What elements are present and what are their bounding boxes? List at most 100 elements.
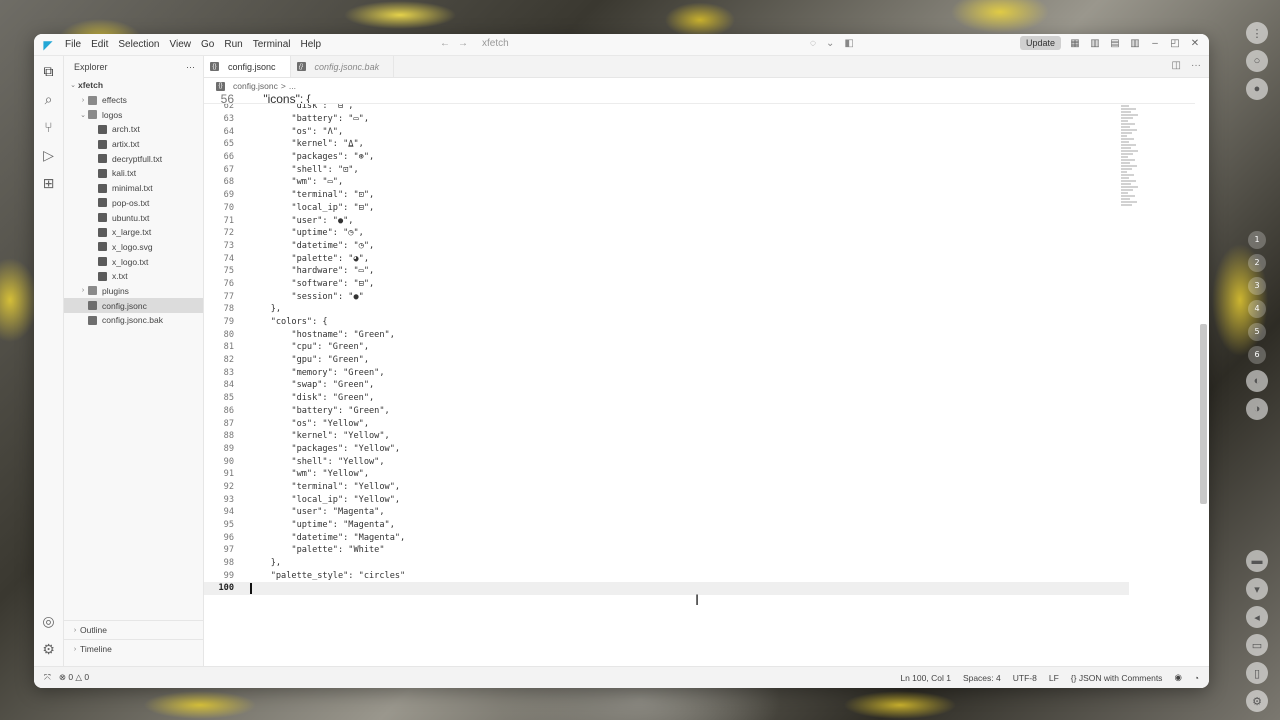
code-line[interactable]: 88 "kernel": "Yellow", bbox=[204, 430, 1209, 443]
remote-icon[interactable]: ⤧ bbox=[44, 672, 51, 683]
dock-volume-icon[interactable]: ◂ bbox=[1246, 606, 1268, 628]
code-line[interactable]: 92 "terminal": "Yellow", bbox=[204, 481, 1209, 494]
code-line[interactable]: 81 "cpu": "Green", bbox=[204, 341, 1209, 354]
indentation[interactable]: Spaces: 4 bbox=[963, 673, 1001, 683]
forward-arrow-icon[interactable]: → bbox=[458, 38, 468, 49]
breadcrumb-file[interactable]: config.jsonc bbox=[233, 81, 278, 91]
code-line[interactable]: 74 "palette": "◕", bbox=[204, 252, 1209, 265]
dock-wifi-icon[interactable]: ▾ bbox=[1246, 578, 1268, 600]
code-line[interactable]: 80 "hostname": "Green", bbox=[204, 328, 1209, 341]
outline-section[interactable]: › Outline bbox=[64, 620, 203, 639]
code-line[interactable]: 69 "terminal": "⊡", bbox=[204, 189, 1209, 202]
tree-file[interactable]: ubuntu.txt bbox=[64, 210, 203, 225]
dock-app-icon[interactable]: ◑ bbox=[1246, 397, 1268, 420]
code-line[interactable]: 86 "battery": "Green", bbox=[204, 405, 1209, 418]
code-line[interactable]: 99 "palette_style": "circles" bbox=[204, 569, 1209, 582]
minimap[interactable] bbox=[1121, 98, 1139, 228]
dock-tray-icon[interactable]: ▬ bbox=[1246, 550, 1268, 572]
dock-menu-icon[interactable]: ⋮ bbox=[1246, 22, 1268, 44]
code-line[interactable]: 64 "os": "Λ", bbox=[204, 125, 1209, 138]
code-line[interactable]: 66 "packages": "⊛", bbox=[204, 151, 1209, 164]
code-editor[interactable]: 62 "disk": "⊟", 63 "battery": "▭", 64 "os"… bbox=[204, 94, 1209, 666]
tab-config-jsonc[interactable]: {} config.jsonc bbox=[204, 56, 291, 77]
code-line[interactable]: 95 "uptime": "Magenta", bbox=[204, 519, 1209, 532]
code-line[interactable]: 98 }, bbox=[204, 557, 1209, 570]
chevron-down-icon[interactable]: ⌄ bbox=[826, 38, 834, 49]
code-line[interactable]: 82 "gpu": "Green", bbox=[204, 354, 1209, 367]
tree-file[interactable]: config.jsonc.bak bbox=[64, 313, 203, 328]
toggle-sidebar-icon[interactable]: ▥ bbox=[1089, 38, 1101, 49]
encoding[interactable]: UTF-8 bbox=[1013, 673, 1037, 683]
workspace-button[interactable]: 4 bbox=[1248, 299, 1266, 318]
split-editor-icon[interactable]: ◫ bbox=[1172, 60, 1181, 71]
vertical-scrollbar[interactable] bbox=[1200, 324, 1207, 504]
tree-folder[interactable]: › effects bbox=[64, 93, 203, 108]
code-line[interactable]: 100 bbox=[204, 582, 1129, 595]
menu-item-help[interactable]: Help bbox=[296, 39, 327, 50]
dock-clock-icon[interactable]: ▯ bbox=[1246, 662, 1268, 684]
code-line[interactable]: 65 "kernel": "⍙", bbox=[204, 138, 1209, 151]
source-control-icon[interactable]: ⑂ bbox=[40, 118, 58, 136]
tree-folder[interactable]: ⌄ logos bbox=[64, 107, 203, 122]
toggle-secondary-sidebar-icon[interactable]: ▥ bbox=[1129, 38, 1141, 49]
workspace-button[interactable]: 5 bbox=[1248, 322, 1266, 341]
code-line[interactable]: 97 "palette": "White" bbox=[204, 544, 1209, 557]
code-line[interactable]: 90 "shell": "Yellow", bbox=[204, 455, 1209, 468]
tree-file[interactable]: kali.txt bbox=[64, 166, 203, 181]
tree-file[interactable]: config.jsonc bbox=[64, 298, 203, 313]
code-line[interactable]: 76 "software": "⊟", bbox=[204, 278, 1209, 291]
command-search[interactable]: xfetch bbox=[482, 38, 509, 49]
chat-icon[interactable]: ◌ bbox=[810, 38, 816, 49]
extension-icon[interactable]: ◧ bbox=[844, 38, 853, 49]
tab-config-jsonc-bak[interactable]: {} config.jsonc.bak bbox=[291, 56, 395, 77]
more-actions-icon[interactable]: ··· bbox=[186, 62, 195, 72]
tree-file[interactable]: arch.txt bbox=[64, 122, 203, 137]
code-line[interactable]: 63 "battery": "▭", bbox=[204, 113, 1209, 126]
code-line[interactable]: 67 "shell": "⊡", bbox=[204, 163, 1209, 176]
minimize-icon[interactable]: – bbox=[1149, 38, 1161, 49]
account-icon[interactable]: ◎ bbox=[40, 612, 58, 630]
code-line[interactable]: 89 "packages": "Yellow", bbox=[204, 443, 1209, 456]
dock-settings-icon[interactable]: ⚙ bbox=[1246, 690, 1268, 712]
more-actions-icon[interactable]: ··· bbox=[1191, 60, 1201, 71]
code-line[interactable]: 77 "session": "●" bbox=[204, 290, 1209, 303]
code-line[interactable]: 83 "memory": "Green", bbox=[204, 366, 1209, 379]
workspace-button[interactable]: 2 bbox=[1248, 253, 1266, 272]
tree-file[interactable]: decryptfull.txt bbox=[64, 151, 203, 166]
code-line[interactable]: 91 "wm": "Yellow", bbox=[204, 468, 1209, 481]
code-line[interactable]: 70 "local_ip": "⊟", bbox=[204, 202, 1209, 215]
update-button[interactable]: Update bbox=[1019, 36, 1061, 50]
code-line[interactable]: 84 "swap": "Green", bbox=[204, 379, 1209, 392]
search-icon[interactable]: ⌕ bbox=[40, 90, 58, 108]
tree-file[interactable]: x_large.txt bbox=[64, 225, 203, 240]
menu-item-edit[interactable]: Edit bbox=[86, 39, 113, 50]
menu-item-terminal[interactable]: Terminal bbox=[248, 39, 296, 50]
end-of-line[interactable]: LF bbox=[1049, 673, 1059, 683]
run-debug-icon[interactable]: ▷ bbox=[40, 146, 58, 164]
tree-file[interactable]: x_logo.txt bbox=[64, 254, 203, 269]
code-line[interactable]: 75 "hardware": "▭", bbox=[204, 265, 1209, 278]
code-line[interactable]: 96 "datetime": "Magenta", bbox=[204, 531, 1209, 544]
tree-root[interactable]: ⌄ xfetch bbox=[64, 78, 203, 93]
maximize-icon[interactable]: ◰ bbox=[1169, 38, 1181, 49]
menu-item-file[interactable]: File bbox=[60, 39, 86, 50]
tree-file[interactable]: minimal.txt bbox=[64, 181, 203, 196]
dock-app-icon[interactable]: ● bbox=[1246, 78, 1268, 100]
extensions-icon[interactable]: ⊞ bbox=[40, 174, 58, 192]
code-line[interactable]: 87 "os": "Yellow", bbox=[204, 417, 1209, 430]
workspace-button[interactable]: 3 bbox=[1248, 276, 1266, 295]
cursor-position[interactable]: Ln 100, Col 1 bbox=[900, 673, 951, 683]
code-line[interactable]: 72 "uptime": "◷", bbox=[204, 227, 1209, 240]
code-line[interactable]: 78 }, bbox=[204, 303, 1209, 316]
menu-item-selection[interactable]: Selection bbox=[113, 39, 164, 50]
toggle-panel-icon[interactable]: ▤ bbox=[1109, 38, 1121, 49]
tree-folder[interactable]: › plugins bbox=[64, 284, 203, 299]
customize-layout-icon[interactable]: ▦ bbox=[1069, 38, 1081, 49]
timeline-section[interactable]: › Timeline bbox=[64, 639, 203, 658]
problems-indicator[interactable]: ⊗ 0 △ 0 bbox=[59, 672, 89, 683]
menu-item-view[interactable]: View bbox=[165, 39, 197, 50]
code-line[interactable]: 85 "disk": "Green", bbox=[204, 392, 1209, 405]
workspace-button[interactable]: 1 bbox=[1248, 230, 1266, 249]
code-line[interactable]: 93 "local_ip": "Yellow", bbox=[204, 493, 1209, 506]
menu-item-run[interactable]: Run bbox=[219, 39, 247, 50]
